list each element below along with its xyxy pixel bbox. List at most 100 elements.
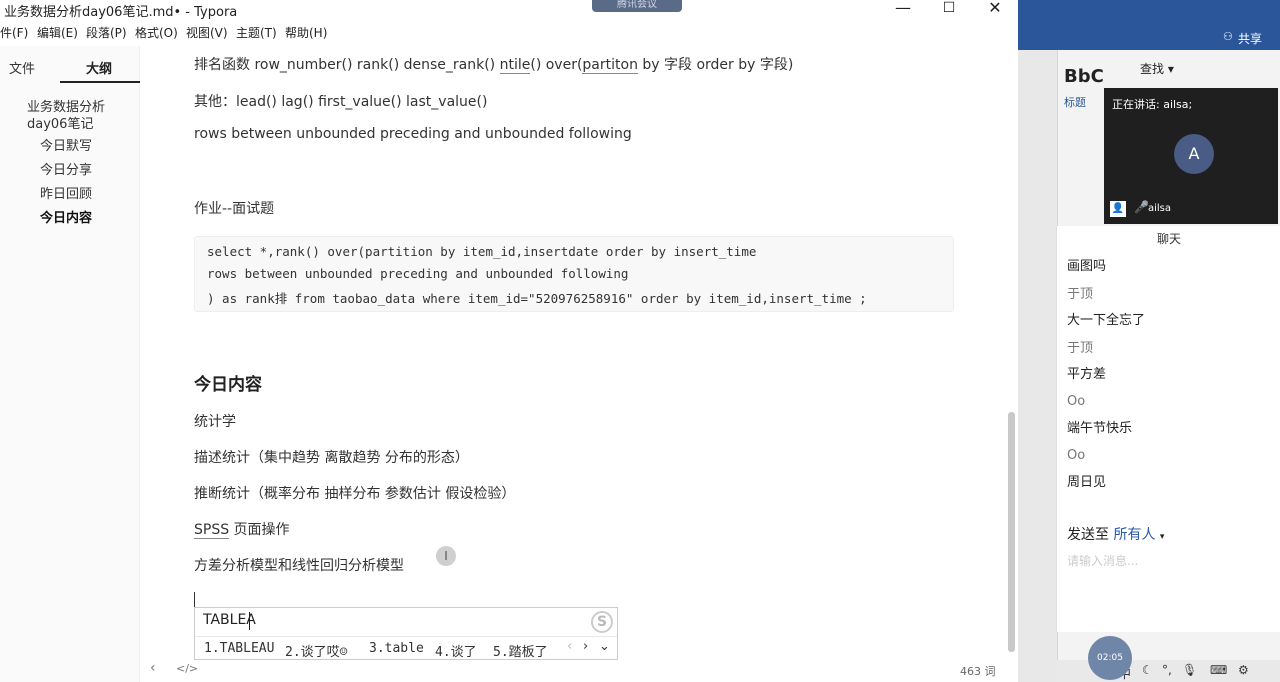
ime-expand-icon[interactable]: ⌄ xyxy=(599,639,610,654)
moon-icon[interactable]: ☾ xyxy=(1142,663,1153,677)
scroll-thumb[interactable] xyxy=(1008,412,1015,652)
chat-sender: Oo xyxy=(1067,394,1086,409)
menu-file[interactable]: 件(F) xyxy=(0,24,28,41)
menu-paragraph[interactable]: 段落(P) xyxy=(86,24,127,41)
toc-item-today[interactable]: 今日内容 xyxy=(40,210,92,227)
ime-candidate-5[interactable]: 5.踏板了 xyxy=(493,641,548,660)
send-to-label: 发送至 xyxy=(1067,527,1109,543)
i-beam-cursor-icon: I xyxy=(436,546,456,566)
word-title-bar: 共享 ⚇ xyxy=(1018,0,1280,50)
ime-candidate-window[interactable]: TABLEA S 1.TABLEAU 2.谈了哎☺ 3.table 4.谈了 5… xyxy=(194,607,618,660)
meeting-timer-badge[interactable]: 02:05 xyxy=(1088,636,1132,680)
style-label: 标题 xyxy=(1064,96,1086,109)
spell-ntile: ntile xyxy=(499,57,531,74)
chat-sender: 于顶 xyxy=(1067,341,1094,356)
chat-message: 周日见 xyxy=(1067,475,1107,490)
ime-composition: TABLEA xyxy=(203,612,256,628)
chat-sender: 于顶 xyxy=(1067,287,1094,302)
menu-edit[interactable]: 编辑(E) xyxy=(37,24,78,41)
sidebar: 文件 大纲 业务数据分析day06笔记 今日默写 今日分享 昨日回顾 今日内容 xyxy=(0,46,140,682)
toc-item-share[interactable]: 今日分享 xyxy=(40,162,92,179)
chat-message: 端午节快乐 xyxy=(1067,421,1133,436)
meeting-video-panel: 正在讲话: ailsa; A 👤 🎤 ailsa xyxy=(1104,88,1278,224)
toc-item-dictation[interactable]: 今日默写 xyxy=(40,138,92,155)
menu-help[interactable]: 帮助(H) xyxy=(285,24,327,41)
maximize-button[interactable]: ☐ xyxy=(926,0,972,18)
mic-icon[interactable]: 🎙 xyxy=(1182,663,1197,677)
meeting-floating-bar[interactable]: 腾讯会议 xyxy=(592,0,682,12)
inferential-stats-line: 推断统计（概率分布 抽样分布 参数估计 假设检验） xyxy=(194,486,516,502)
spss-line: SPSS 页面操作 xyxy=(194,519,290,539)
other-functions-line: 其他：lead() lag() first_value() last_value… xyxy=(194,94,488,110)
find-button[interactable]: 查找 ▾ xyxy=(1140,60,1174,77)
share-button[interactable]: 共享 xyxy=(1238,30,1262,47)
minimize-button[interactable]: — xyxy=(880,0,926,18)
word-count[interactable]: 463 词 xyxy=(960,663,996,679)
title-bar: 业务数据分析day06笔记.md• - Typora — ☐ ✕ xyxy=(0,0,1018,20)
homework-line: 作业--面试题 xyxy=(194,201,275,217)
code-line: rows between unbounded preceding and unb… xyxy=(207,266,629,281)
ime-caret xyxy=(249,612,250,630)
collapse-sidebar-icon[interactable]: ‹ xyxy=(150,660,156,676)
stats-line: 统计学 xyxy=(194,414,236,430)
ime-candidate-3[interactable]: 3.table xyxy=(369,641,424,656)
rank-text-mid: () over( xyxy=(530,57,583,73)
sogou-logo-icon: S xyxy=(591,611,613,633)
speaking-indicator: 正在讲话: ailsa; xyxy=(1112,98,1193,111)
editor[interactable]: 排名函数 row_number() rank() dense_rank() nt… xyxy=(150,46,1000,646)
menu-format[interactable]: 格式(O) xyxy=(135,24,178,41)
ime-candidate-2[interactable]: 2.谈了哎☺ xyxy=(285,641,347,660)
ime-candidate-1[interactable]: 1.TABLEAU xyxy=(204,641,274,656)
ime-next-icon[interactable]: › xyxy=(583,639,588,654)
keyboard-icon[interactable]: ⌨ xyxy=(1210,663,1227,677)
participant-name: ailsa xyxy=(1148,203,1172,214)
anova-line: 方差分析模型和线性回归分析模型 xyxy=(194,558,404,574)
window-title: 业务数据分析day06笔记.md• - Typora xyxy=(4,5,238,20)
menu-view[interactable]: 视图(V) xyxy=(186,24,228,41)
code-line: ) as rank排 from taobao_data where item_i… xyxy=(207,291,867,306)
share-person-icon: ⚇ xyxy=(1223,30,1233,43)
toc-item-review[interactable]: 昨日回顾 xyxy=(40,186,92,203)
chat-input[interactable]: 请输入消息... xyxy=(1067,552,1138,569)
chat-message: 画图吗 xyxy=(1067,259,1107,274)
rank-functions-line: 排名函数 row_number() rank() dense_rank() nt… xyxy=(194,54,793,74)
code-line: select *,rank() over(partition by item_i… xyxy=(207,244,757,259)
dropdown-caret-icon[interactable]: ▾ xyxy=(1160,532,1165,542)
chat-title: 聊天 xyxy=(1156,232,1181,246)
settings-icon[interactable]: ⚙ xyxy=(1238,663,1249,677)
word-left-strip xyxy=(1018,0,1058,682)
active-tab-indicator xyxy=(60,81,140,83)
rows-between-line: rows between unbounded preceding and unb… xyxy=(194,126,632,142)
status-bar: ‹ </> 463 词 xyxy=(140,660,1018,682)
ime-prev-icon[interactable]: ‹ xyxy=(567,639,572,654)
send-to-selector[interactable]: 发送至 所有人 ▾ xyxy=(1067,524,1164,544)
source-mode-icon[interactable]: </> xyxy=(176,662,198,675)
ime-candidate-4[interactable]: 4.谈了 xyxy=(435,641,477,660)
menu-bar: 件(F) 编辑(E) 段落(P) 格式(O) 视图(V) 主题(T) 帮助(H) xyxy=(0,22,1018,42)
spell-partiton: partiton xyxy=(582,57,638,74)
ime-separator xyxy=(195,636,617,637)
chat-panel: 聊天 画图吗 于顶 大一下全忘了 于顶 平方差 Oo 端午节快乐 Oo 周日见 … xyxy=(1056,226,1280,632)
toc-item-root[interactable]: 业务数据分析day06笔记 xyxy=(27,99,127,133)
spell-spss: SPSS xyxy=(194,522,230,539)
tab-files[interactable]: 文件 xyxy=(9,58,35,77)
spss-rest: 页面操作 xyxy=(229,522,290,538)
tab-outline[interactable]: 大纲 xyxy=(86,58,112,77)
typora-window: 业务数据分析day06笔记.md• - Typora — ☐ ✕ 腾讯会议 件(… xyxy=(0,0,1018,682)
rank-text-pre: 排名函数 row_number() rank() dense_rank() xyxy=(194,57,500,73)
user-icon: 👤 xyxy=(1110,201,1126,217)
rank-text-post: by 字段 order by 字段) xyxy=(637,57,794,73)
descriptive-stats-line: 描述统计（集中趋势 离散趋势 分布的形态） xyxy=(194,450,469,466)
chat-message: 大一下全忘了 xyxy=(1067,313,1146,328)
editor-scrollbar[interactable] xyxy=(1004,46,1016,660)
send-to-target[interactable]: 所有人 xyxy=(1113,527,1155,543)
avatar: A xyxy=(1174,134,1214,174)
close-button[interactable]: ✕ xyxy=(972,0,1018,18)
style-preview[interactable]: BbC xyxy=(1064,66,1104,87)
heading-today: 今日内容 xyxy=(194,375,262,395)
code-block[interactable]: select *,rank() over(partition by item_i… xyxy=(194,236,954,312)
menu-theme[interactable]: 主题(T) xyxy=(236,24,277,41)
chat-sender: Oo xyxy=(1067,448,1086,463)
punctuation-icon[interactable]: °, xyxy=(1162,663,1172,677)
microphone-icon: 🎤 xyxy=(1134,200,1149,214)
